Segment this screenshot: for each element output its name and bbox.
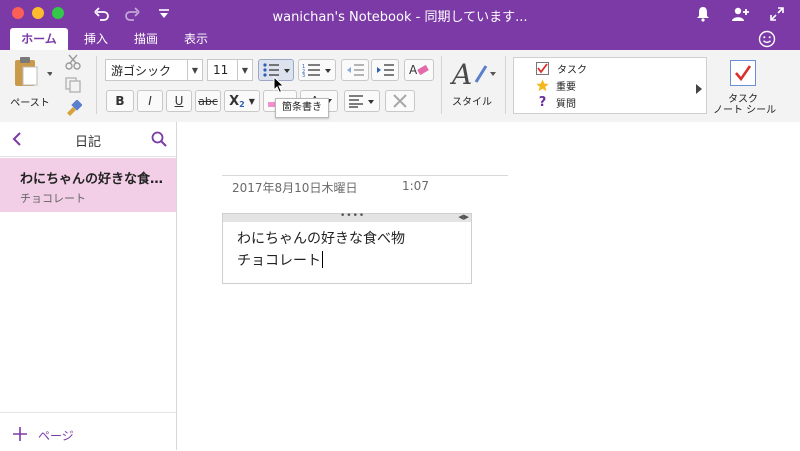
ribbon-separator — [505, 56, 506, 114]
star-icon — [536, 79, 549, 92]
font-size-value: 11 — [213, 63, 229, 77]
title-underline — [222, 175, 508, 176]
svg-text:A: A — [450, 58, 472, 90]
ribbon-separator — [441, 56, 442, 114]
tab-draw[interactable]: 描画 — [126, 28, 166, 50]
task-tag-icon[interactable] — [730, 60, 756, 86]
note-line[interactable]: わにちゃんの好きな食べ物 — [237, 228, 405, 248]
note-date: 2017年8月10日木曜日 — [232, 181, 358, 195]
page-list-item[interactable]: わにちゃんの好きな食… チョコレート — [0, 158, 176, 212]
note-line[interactable]: チョコレート — [237, 250, 323, 270]
note-container-handle[interactable]: •••• ◀▶ — [223, 211, 471, 222]
tab-insert[interactable]: 挿入 — [78, 28, 114, 50]
minimize-window-button[interactable] — [32, 7, 44, 19]
bold-button[interactable]: B — [106, 90, 134, 112]
styles-label: スタイル — [452, 97, 492, 108]
drag-dots-icon: •••• — [340, 211, 366, 221]
search-icon[interactable] — [150, 130, 168, 148]
customize-toolbar-icon[interactable] — [154, 4, 174, 24]
close-window-button[interactable] — [12, 7, 24, 19]
svg-text:A: A — [409, 63, 418, 77]
chevron-down-icon[interactable]: ▼ — [237, 60, 252, 80]
page-list-pane: 日記 わにちゃんの好きな食… チョコレート ページ — [0, 122, 177, 450]
section-header: 日記 — [0, 122, 176, 157]
chevron-down-icon[interactable]: ▼ — [187, 60, 202, 80]
window-title: wanichan's Notebook - 同期しています... — [272, 10, 528, 25]
resize-arrows-icon[interactable]: ◀▶ — [458, 213, 469, 221]
ribbon-separator — [96, 56, 97, 114]
increase-indent-button[interactable] — [371, 59, 399, 81]
plus-icon — [12, 426, 28, 442]
subscript-button[interactable]: X 2 ▼ — [224, 90, 260, 112]
ribbon: ペースト 游ゴシック ▼ 11 ▼ 123 A B I U abc X2▼ — [0, 50, 800, 123]
tags-gallery[interactable]: タスク 重要 ? 質問 — [513, 57, 707, 114]
gallery-expand-icon[interactable] — [694, 80, 704, 94]
bell-icon[interactable] — [693, 4, 713, 24]
tag-label: 質問 — [556, 99, 576, 110]
tag-item-important[interactable]: 重要 — [536, 78, 696, 93]
paragraph-align-button[interactable] — [344, 90, 380, 112]
svg-text:3: 3 — [302, 73, 305, 77]
strikethrough-button[interactable]: abc — [195, 90, 221, 112]
tooltip: 箇条書き — [275, 98, 329, 118]
tag-item-task[interactable]: タスク — [536, 61, 696, 76]
note-time: 1:07 — [402, 179, 429, 193]
expand-icon[interactable] — [767, 4, 787, 24]
tag-label: 重要 — [556, 82, 576, 93]
title-bar: wanichan's Notebook - 同期しています... — [0, 0, 800, 28]
undo-icon[interactable] — [92, 4, 112, 24]
font-size-combo[interactable]: 11 ▼ — [207, 59, 253, 81]
add-page-button[interactable]: ページ — [0, 412, 176, 451]
task-tag-label: タスク ノート シール — [713, 94, 777, 116]
redo-icon[interactable] — [122, 4, 142, 24]
section-title: 日記 — [74, 135, 101, 150]
question-icon: ? — [538, 95, 547, 110]
mouse-cursor-icon — [273, 75, 285, 94]
page-title: わにちゃんの好きな食… — [20, 172, 164, 187]
tag-item-question[interactable]: ? 質問 — [536, 95, 696, 110]
back-icon[interactable] — [10, 130, 26, 148]
add-person-icon[interactable] — [730, 4, 750, 24]
delete-button[interactable] — [385, 90, 415, 112]
numbered-list-button[interactable]: 123 — [298, 59, 336, 81]
checkbox-icon — [536, 62, 549, 75]
font-name-combo[interactable]: 游ゴシック ▼ — [105, 59, 203, 81]
decrease-indent-button[interactable] — [341, 59, 369, 81]
smiley-icon[interactable] — [752, 28, 782, 50]
font-name-value: 游ゴシック — [111, 63, 172, 78]
tab-home[interactable]: ホーム — [10, 28, 68, 50]
tab-view[interactable]: 表示 — [176, 28, 216, 50]
add-page-label: ページ — [38, 429, 74, 443]
note-line-text: チョコレート — [237, 253, 321, 269]
styles-button[interactable]: A — [449, 56, 496, 91]
task-tag-label-line2: ノート シール — [713, 105, 777, 116]
ribbon-tab-bar: ホーム 挿入 描画 表示 — [0, 28, 800, 50]
page-preview: チョコレート — [20, 192, 86, 205]
maximize-window-button[interactable] — [52, 7, 64, 19]
copy-icon[interactable] — [64, 77, 82, 93]
underline-button[interactable]: U — [166, 90, 192, 112]
clear-formatting-button[interactable]: A — [404, 59, 434, 81]
format-painter-icon[interactable] — [64, 99, 83, 116]
task-tag-label-line1: タスク — [728, 94, 758, 105]
text-caret — [322, 251, 323, 268]
note-container[interactable]: •••• ◀▶ わにちゃんの好きな食べ物 チョコレート — [222, 211, 472, 284]
tag-label: タスク — [557, 65, 587, 76]
italic-button[interactable]: I — [137, 90, 163, 112]
note-canvas[interactable]: 2017年8月10日木曜日 1:07 •••• ◀▶ わにちゃんの好きな食べ物 … — [177, 122, 800, 450]
paste-label: ペースト — [10, 98, 50, 109]
paste-button[interactable] — [12, 56, 53, 90]
scissors-icon[interactable] — [64, 54, 82, 70]
